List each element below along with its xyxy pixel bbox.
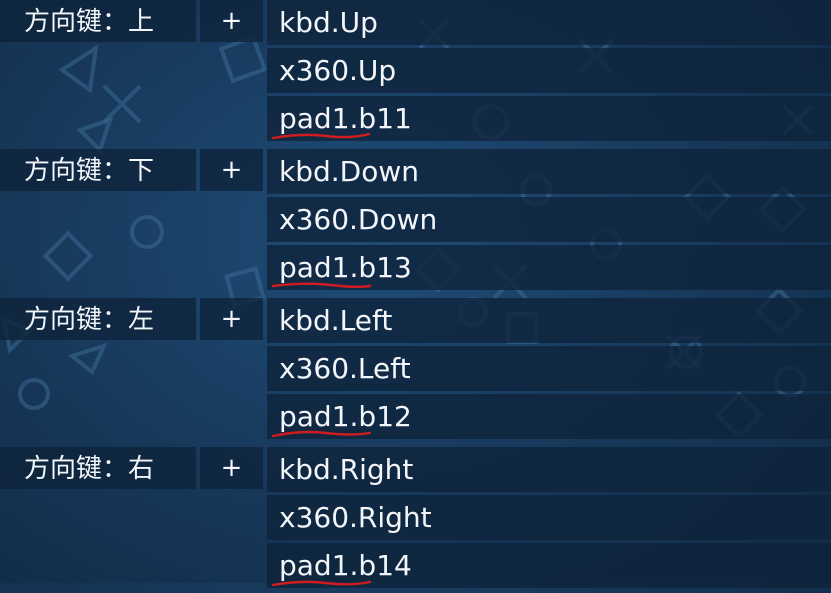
binding-group-left: 方向键：左 + kbd.Left x360.Left pad1.b12 bbox=[0, 298, 831, 444]
binding-label: kbd.Right bbox=[279, 453, 414, 486]
add-binding-button[interactable]: + bbox=[200, 298, 263, 340]
add-binding-button[interactable]: + bbox=[200, 149, 263, 191]
binding-group-up: 方向键：上 + kbd.Up x360.Up pad1.b11 bbox=[0, 0, 831, 146]
action-label-left: 方向键：左 bbox=[0, 298, 196, 340]
red-underline-annotation bbox=[271, 580, 371, 587]
binding-label: kbd.Down bbox=[279, 155, 419, 188]
add-binding-button[interactable]: + bbox=[200, 447, 263, 489]
binding-group-right: 方向键：右 + kbd.Right x360.Right pad1.b14 bbox=[0, 447, 831, 593]
red-underline-annotation bbox=[271, 430, 371, 438]
binding-row[interactable]: pad1.b12 bbox=[267, 394, 831, 439]
binding-label: x360.Up bbox=[279, 54, 397, 87]
binding-row[interactable]: x360.Down bbox=[267, 197, 831, 242]
binding-group-down: 方向键：下 + kbd.Down x360.Down pad1.b13 bbox=[0, 149, 831, 295]
action-label-right: 方向键：右 bbox=[0, 447, 196, 489]
action-label-down: 方向键：下 bbox=[0, 149, 196, 191]
binding-row[interactable]: kbd.Down bbox=[267, 149, 831, 194]
binding-row[interactable]: pad1.b14 bbox=[267, 543, 831, 588]
binding-row[interactable]: kbd.Up bbox=[267, 0, 831, 45]
binding-label: kbd.Left bbox=[279, 304, 393, 337]
binding-label: x360.Down bbox=[279, 203, 438, 236]
add-binding-button[interactable]: + bbox=[200, 0, 263, 42]
binding-row[interactable]: x360.Right bbox=[267, 495, 831, 540]
binding-row[interactable]: pad1.b13 bbox=[267, 245, 831, 290]
action-label-up: 方向键：上 bbox=[0, 0, 196, 42]
binding-row[interactable]: kbd.Right bbox=[267, 447, 831, 492]
binding-label: x360.Left bbox=[279, 352, 411, 385]
binding-label: x360.Right bbox=[279, 501, 432, 534]
binding-row[interactable]: x360.Left bbox=[267, 346, 831, 391]
red-underline-annotation bbox=[271, 132, 371, 140]
binding-row[interactable]: pad1.b11 bbox=[267, 96, 831, 141]
red-underline-annotation bbox=[271, 282, 371, 288]
binding-row[interactable]: x360.Up bbox=[267, 48, 831, 93]
binding-label: kbd.Up bbox=[279, 6, 378, 39]
binding-row[interactable]: kbd.Left bbox=[267, 298, 831, 343]
